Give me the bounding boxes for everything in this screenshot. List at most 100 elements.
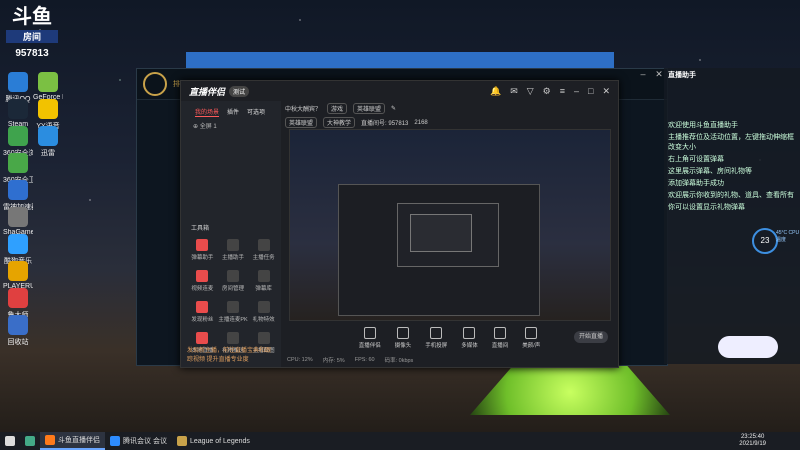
bottom-tool-button[interactable]: 直播间	[492, 325, 508, 351]
tool-label: 弹幕库	[255, 286, 272, 292]
tool-item[interactable]: 主播任务	[248, 239, 279, 261]
bottom-tool-button[interactable]: 多媒体	[461, 325, 478, 351]
logo-room-label: 房间	[6, 30, 58, 43]
maximize-icon[interactable]: □	[588, 86, 593, 97]
bottom-tool-button[interactable]: 美颜/声	[522, 325, 540, 351]
qq-icon	[8, 72, 28, 92]
bottom-tool-label: 手机投屏	[425, 343, 448, 349]
shirt-icon[interactable]: ▽	[527, 86, 534, 97]
steam-desktop-icon[interactable]: Steam	[3, 99, 33, 128]
menu-icon[interactable]: ≡	[560, 86, 565, 97]
taskbar-app-icon	[110, 436, 120, 446]
recycle-bin-desktop-icon[interactable]: 回收站	[3, 315, 33, 347]
tool-label: 主播任务	[252, 255, 275, 261]
room-subinfo: 2168	[414, 119, 428, 126]
leishen-icon	[8, 180, 28, 200]
room-tag[interactable]: 游戏	[327, 103, 348, 114]
mail-icon[interactable]: ✉	[510, 86, 518, 97]
tool-icon	[257, 301, 270, 313]
assistant-side-panel: 直播助手 欢迎使用斗鱼直播助手 主播推荐位及活动位置，左键拖动伸缩框改变大小 右上角…	[664, 68, 800, 364]
tool-icon	[226, 301, 239, 313]
room-title[interactable]: 中秋大酬宾？	[285, 104, 321, 113]
tab-0[interactable]: 我的场景	[195, 107, 220, 117]
kugou-icon	[8, 234, 28, 254]
recycle-bin-icon	[8, 315, 28, 335]
search-button[interactable]	[20, 432, 40, 450]
taskbar: 斗鱼直播伴侣 腾讯会议 会议 League of Legends 23:25:40 …	[0, 432, 800, 450]
search-icon	[25, 436, 35, 446]
cpu-usage-widget[interactable]: 23	[752, 228, 778, 254]
tool-label: 主播连麦PK	[218, 317, 248, 323]
streaming-assistant-window[interactable]: 直播伴侣 测试 🔔 ✉ ▽ ⚙ ≡ – □ ✕ 我的场景 插件 可选项 ⊕ 全屏 1…	[180, 80, 619, 368]
tool-icon	[196, 270, 209, 282]
bottom-tool-label: 多媒体	[461, 343, 478, 349]
system-clock[interactable]: 23:25:40 2021/9/19	[739, 434, 766, 448]
status-item: FPS: 60	[354, 357, 375, 363]
windows-icon	[5, 436, 15, 446]
tool-item[interactable]: 主播助手	[218, 239, 249, 261]
nested-preview-3	[410, 214, 472, 252]
shagame-desktop-icon[interactable]: ShaGame	[3, 207, 33, 236]
shagame-icon	[8, 207, 28, 227]
taskbar-item-label: 斗鱼直播伴侣	[58, 437, 100, 444]
tool-icon	[257, 270, 270, 282]
assistant-panel-line: 主播推荐位及活动位置，左键拖动伸缩框改变大小	[668, 134, 794, 151]
notice-text[interactable]: 发现新主播，前往直播宝典和跟踪视频 提升直播专业度	[181, 343, 281, 365]
geforce-desktop-icon[interactable]: GeForce Experience	[33, 72, 63, 101]
close-icon[interactable]: ✕	[602, 86, 610, 97]
tool-item[interactable]: 视频连麦	[187, 270, 218, 292]
tab-2[interactable]: 可选项	[247, 107, 265, 117]
room-subinfo[interactable]: 大神教学	[323, 117, 356, 128]
security-360-icon	[8, 153, 28, 173]
logo-text: 斗鱼	[12, 6, 52, 28]
status-item: 内存: 5%	[322, 358, 345, 364]
bottom-tool-button[interactable]: 摄像头	[395, 325, 411, 351]
taskbar-app-icon	[176, 436, 187, 446]
tool-icon	[226, 239, 239, 251]
status-item: 码率: 0kbps	[384, 358, 414, 364]
room-subinfo: 直播间号: 957813	[361, 121, 409, 127]
tool-icon	[196, 239, 209, 251]
room-category[interactable]: 英雄联盟	[353, 103, 386, 114]
assistant-panel-title: 直播助手	[668, 72, 696, 79]
tool-item[interactable]: 房间管理	[218, 270, 249, 292]
tab-1[interactable]: 插件	[227, 107, 239, 117]
tool-item[interactable]: 主播连麦PK	[218, 301, 249, 323]
tool-item[interactable]: 弹幕库	[248, 270, 279, 292]
taskbar-item[interactable]: 腾讯会议 会议	[105, 432, 172, 450]
assistant-panel-line: 添加弹幕助手成功	[668, 180, 724, 187]
edit-icon[interactable]: ✎	[391, 105, 396, 112]
assistant-panel-line: 你可以设置显示礼物弹幕	[668, 204, 745, 211]
start-live-button[interactable]: 开始直播	[574, 331, 608, 343]
stream-preview[interactable]	[289, 129, 611, 321]
taskbar-app-icon	[45, 435, 55, 445]
status-item: CPU: 12%	[287, 357, 313, 363]
tool-item[interactable]: 礼物特效	[248, 301, 279, 323]
nested-preview-2	[397, 203, 499, 267]
start-button[interactable]	[0, 432, 20, 450]
desktop-icon-label: 回收站	[7, 339, 29, 346]
taskbar-item[interactable]: 斗鱼直播伴侣	[40, 432, 105, 450]
logo-room-number: 957813	[15, 48, 49, 59]
room-subinfo[interactable]: 英雄联盟	[285, 117, 318, 128]
bottom-tool-label: 直播伴侣	[358, 343, 381, 349]
pubg-desktop-icon[interactable]: PLAYERUNKNOWN'S BATTLEGR...	[3, 261, 33, 290]
thunder-desktop-icon[interactable]: 迅雷	[33, 126, 63, 158]
scene-item[interactable]: 全屏 1	[200, 124, 217, 130]
gear-icon[interactable]: ⚙	[543, 86, 551, 97]
tool-item[interactable]: 弹幕助手	[187, 239, 218, 261]
tool-label: 发现粉丝	[191, 317, 214, 323]
douyu-logo: 斗鱼 房间 957813	[6, 6, 58, 59]
bottom-tool-button[interactable]: 直播伴侣	[359, 325, 381, 351]
bottom-tool-button[interactable]: 手机投屏	[425, 325, 447, 351]
tool-item[interactable]: 发现粉丝	[187, 301, 218, 323]
assistant-panel-line: 欢迎使用斗鱼直播助手	[668, 122, 738, 129]
minimize-icon[interactable]: –	[635, 69, 651, 83]
bell-icon[interactable]: 🔔	[490, 86, 501, 97]
pubg-icon	[8, 261, 28, 281]
tool-label: 弹幕助手	[191, 255, 214, 261]
add-scene-icon[interactable]: ⊕	[193, 124, 198, 130]
floating-network-widget[interactable]	[718, 336, 778, 358]
taskbar-item[interactable]: League of Legends	[172, 432, 255, 450]
minimize-icon[interactable]: –	[574, 86, 579, 97]
